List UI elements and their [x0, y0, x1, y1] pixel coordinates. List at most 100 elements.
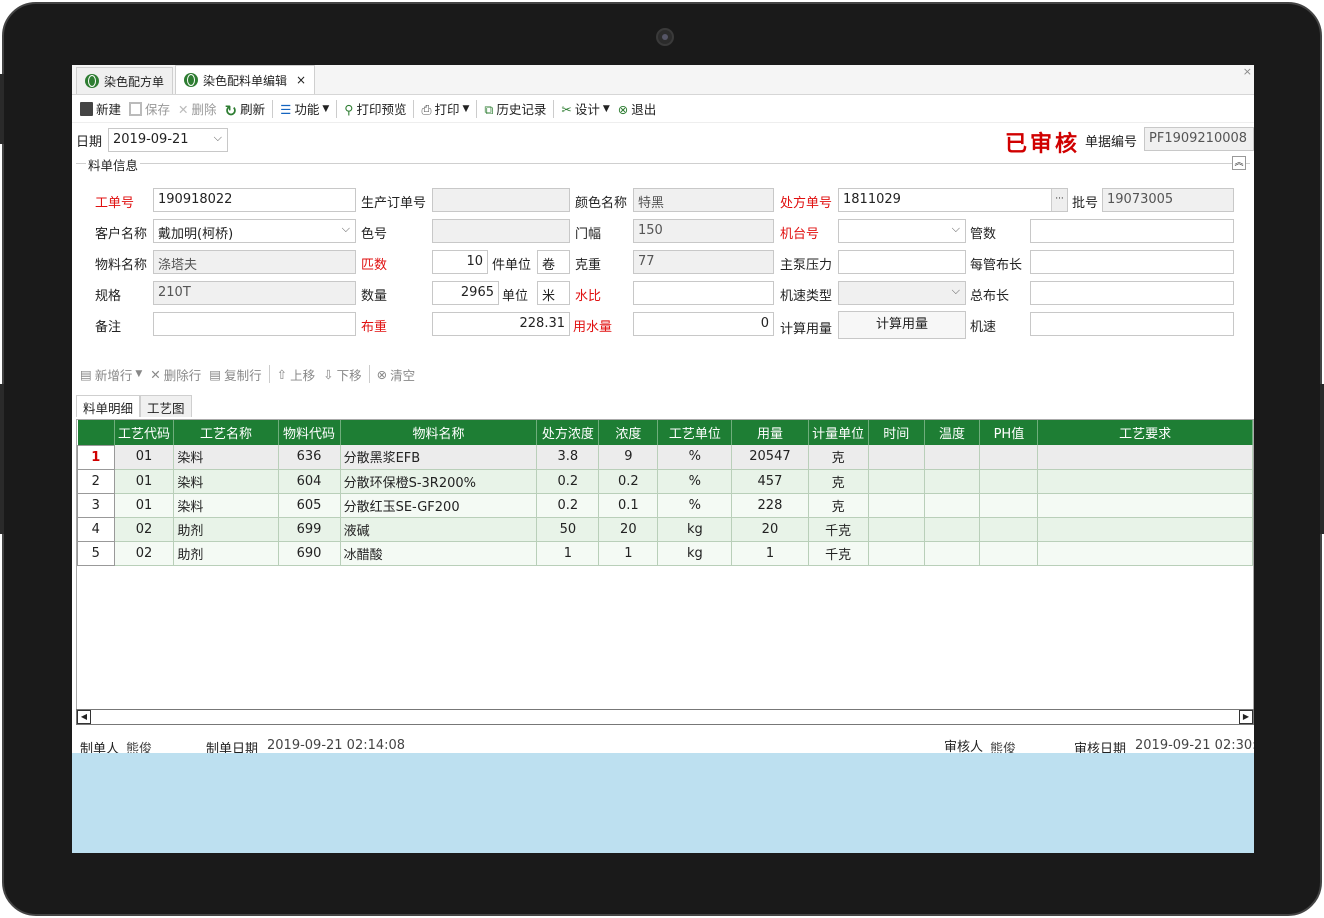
table-cell[interactable]: 克: [808, 445, 869, 470]
table-cell[interactable]: 20: [598, 517, 659, 542]
table-cell[interactable]: 699: [278, 517, 341, 542]
table-cell[interactable]: 50: [536, 517, 600, 542]
print-preview-button[interactable]: ⚲ 打印预览: [340, 98, 410, 120]
table-cell[interactable]: [868, 469, 925, 494]
column-header[interactable]: 物料名称: [340, 420, 538, 445]
table-cell[interactable]: [979, 445, 1039, 470]
table-row[interactable]: 4 02 助剂 699 液碱 50 20 kg 20 千克: [77, 516, 1253, 542]
table-cell[interactable]: 01: [114, 469, 175, 494]
column-header[interactable]: 工艺要求: [1037, 420, 1253, 445]
table-cell[interactable]: 冰醋酸: [340, 541, 538, 566]
save-button[interactable]: 保存: [125, 98, 174, 120]
table-cell[interactable]: [868, 517, 925, 542]
table-cell[interactable]: 9: [598, 445, 659, 470]
unit-field[interactable]: 米: [537, 281, 570, 305]
horizontal-scrollbar[interactable]: ◀ ▶: [76, 709, 1254, 725]
speed-field[interactable]: [1030, 312, 1234, 336]
date-picker[interactable]: 2019-09-21 ⌵: [108, 128, 228, 152]
column-header[interactable]: 浓度: [598, 420, 659, 445]
table-cell[interactable]: 千克: [808, 517, 869, 542]
remark-field[interactable]: [153, 312, 356, 336]
table-cell[interactable]: %: [657, 493, 733, 518]
table-cell[interactable]: 分散红玉SE-GF200: [340, 493, 538, 518]
table-cell[interactable]: 染料: [173, 493, 279, 518]
table-cell[interactable]: [868, 445, 925, 470]
row-number-cell[interactable]: 5: [77, 540, 115, 566]
table-cell[interactable]: 228: [731, 493, 809, 518]
table-cell[interactable]: [924, 517, 981, 542]
color-name-field[interactable]: 特黑: [633, 188, 774, 212]
scroll-right-icon[interactable]: ▶: [1239, 710, 1253, 724]
pump-pressure-field[interactable]: [838, 250, 966, 274]
machine-select[interactable]: ⌵: [838, 219, 966, 243]
total-length-field[interactable]: [1030, 281, 1234, 305]
table-cell[interactable]: 0.2: [536, 469, 600, 494]
cloth-per-tube-field[interactable]: [1030, 250, 1234, 274]
table-cell[interactable]: [924, 493, 981, 518]
table-cell[interactable]: [868, 493, 925, 518]
table-cell[interactable]: 0.2: [598, 469, 659, 494]
table-cell[interactable]: kg: [657, 517, 733, 542]
table-cell[interactable]: 染料: [173, 469, 279, 494]
qty-field[interactable]: 2965: [432, 281, 499, 305]
move-up-button[interactable]: ⇧ 上移: [273, 363, 320, 385]
ellipsis-icon[interactable]: ···: [1051, 189, 1067, 211]
table-cell[interactable]: 1: [536, 541, 600, 566]
speed-type-select[interactable]: ⌵: [838, 281, 966, 305]
close-tab-icon[interactable]: ×: [296, 73, 306, 87]
copy-row-button[interactable]: ▤ 复制行: [205, 363, 265, 385]
water-ratio-field[interactable]: [633, 281, 774, 305]
table-cell[interactable]: 染料: [173, 445, 279, 470]
tab-ingredient-detail[interactable]: 料单明细: [76, 395, 141, 417]
calc-usage-button[interactable]: 计算用量: [838, 311, 966, 339]
piece-unit-field[interactable]: 卷: [537, 250, 570, 274]
doc-no-field[interactable]: PF1909210008: [1144, 127, 1254, 151]
table-row[interactable]: 5 02 助剂 690 冰醋酸 1 1 kg 1 千克: [77, 540, 1253, 566]
row-number-cell[interactable]: 4: [77, 516, 115, 542]
table-cell[interactable]: 01: [114, 445, 175, 470]
table-cell[interactable]: 克: [808, 493, 869, 518]
table-cell[interactable]: %: [657, 445, 733, 470]
table-cell[interactable]: [924, 541, 981, 566]
tab-process-chart[interactable]: 工艺图: [140, 395, 192, 417]
table-cell[interactable]: 分散黑浆EFB: [340, 445, 538, 470]
table-cell[interactable]: 636: [278, 445, 341, 470]
table-cell[interactable]: 分散环保橙S-3R200%: [340, 469, 538, 494]
row-number-cell[interactable]: 3: [77, 492, 115, 518]
table-cell[interactable]: [868, 541, 925, 566]
spec-field[interactable]: 210T: [153, 281, 356, 305]
work-order-field[interactable]: 190918022: [153, 188, 356, 212]
column-header[interactable]: 物料代码: [278, 420, 341, 445]
table-cell[interactable]: 20: [731, 517, 809, 542]
delete-button[interactable]: ✕ 删除: [174, 98, 221, 120]
table-row[interactable]: 2 01 染料 604 分散环保橙S-3R200% 0.2 0.2% 457 克: [77, 468, 1253, 494]
water-usage-field[interactable]: 0: [633, 312, 774, 336]
table-cell[interactable]: 20547: [731, 445, 809, 470]
table-cell[interactable]: 605: [278, 493, 341, 518]
color-no-field[interactable]: [432, 219, 570, 243]
row-number-cell[interactable]: 1: [77, 444, 115, 470]
tab-dye-recipe[interactable]: 染色配方单: [76, 67, 174, 94]
new-button[interactable]: 新建: [76, 98, 125, 120]
design-menu-button[interactable]: ✂ 设计 ▼: [557, 98, 613, 120]
prod-order-field[interactable]: [432, 188, 570, 212]
function-menu-button[interactable]: ☰ 功能 ▼: [276, 98, 333, 120]
delete-row-button[interactable]: ✕ 删除行: [146, 363, 205, 385]
table-cell[interactable]: [1037, 517, 1253, 542]
table-cell[interactable]: %: [657, 469, 733, 494]
table-cell[interactable]: 604: [278, 469, 341, 494]
table-cell[interactable]: [1037, 445, 1253, 470]
column-header[interactable]: 工艺名称: [173, 420, 279, 445]
table-cell[interactable]: 457: [731, 469, 809, 494]
pieces-field[interactable]: 10: [432, 250, 488, 274]
close-icon[interactable]: ×: [1243, 65, 1252, 78]
table-cell[interactable]: 3.8: [536, 445, 600, 470]
tab-dye-ingredient-edit[interactable]: 染色配料单编辑 ×: [175, 65, 316, 94]
column-header[interactable]: 用量: [731, 420, 809, 445]
add-row-button[interactable]: ▤ 新增行 ▼: [76, 363, 146, 385]
table-cell[interactable]: 克: [808, 469, 869, 494]
width-field[interactable]: 150: [633, 219, 774, 243]
column-header[interactable]: 工艺代码: [114, 420, 175, 445]
table-cell[interactable]: 助剂: [173, 541, 279, 566]
table-cell[interactable]: [979, 517, 1039, 542]
